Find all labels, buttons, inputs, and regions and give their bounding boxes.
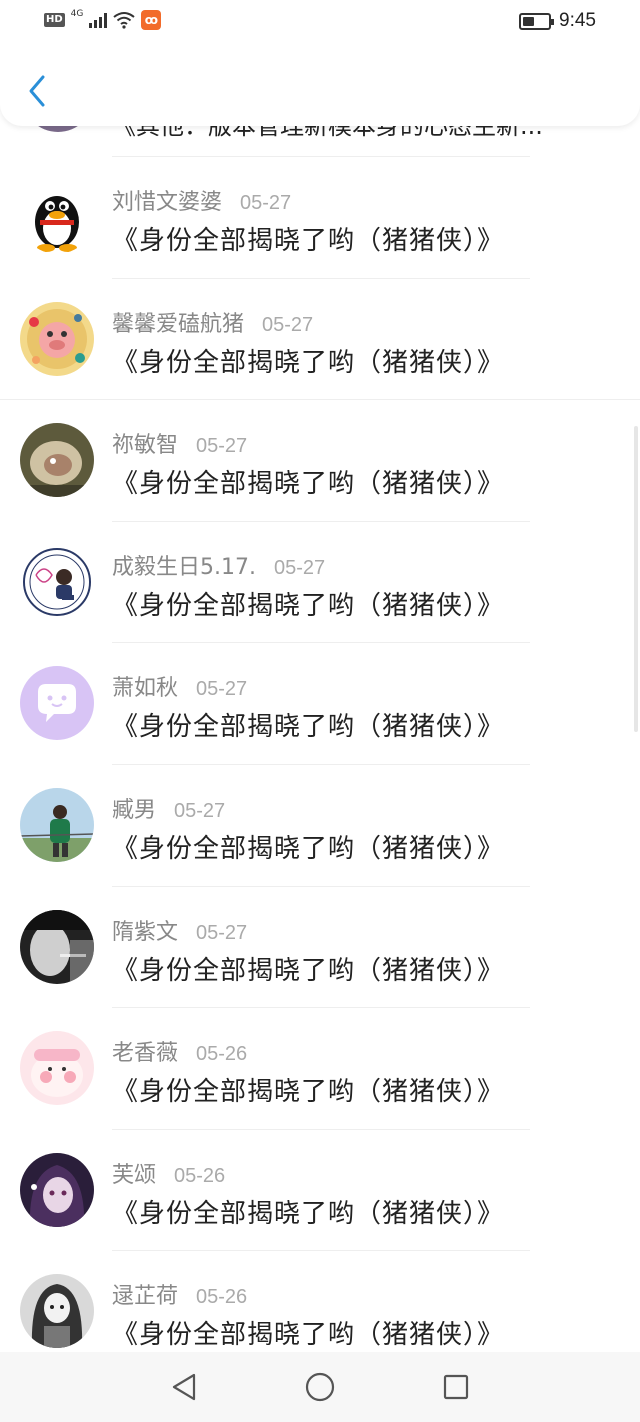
- back-button[interactable]: [22, 72, 52, 110]
- avatar[interactable]: [20, 180, 94, 254]
- comment-date: 05-27: [174, 799, 226, 822]
- username[interactable]: 萧如秋: [112, 670, 178, 702]
- network-type: 4G: [70, 9, 84, 19]
- circle-home-icon: [305, 1372, 335, 1402]
- list-item[interactable]: 臧男 05-27 《身份全部揭晓了哟（猪猪侠）》: [0, 763, 640, 886]
- avatar[interactable]: [20, 1031, 94, 1106]
- comment-date: 05-27: [240, 192, 292, 214]
- comment-date: 05-27: [262, 313, 314, 336]
- avatar[interactable]: [20, 666, 94, 741]
- avatar[interactable]: [20, 787, 94, 862]
- divider: [0, 399, 640, 401]
- username[interactable]: 老香薇: [112, 1035, 178, 1067]
- username[interactable]: 臧男: [112, 792, 156, 824]
- list-item[interactable]: 老香薇 05-26 《身份全部揭晓了哟（猪猪侠）》: [0, 1007, 640, 1129]
- divider: [112, 642, 530, 644]
- portrait-badge-avatar-icon: [20, 544, 94, 619]
- triangle-back-icon: [172, 1373, 196, 1401]
- scrollbar[interactable]: [634, 426, 638, 732]
- list-item[interactable]: 隋紫文 05-27 《身份全部揭晓了哟（猪猪侠）》: [0, 885, 640, 1008]
- username[interactable]: 刘惜文婆婆: [112, 184, 222, 216]
- avatar[interactable]: [20, 423, 94, 498]
- pink-pig-avatar-icon: [20, 1031, 94, 1106]
- top-header: HD 4G ꝏ 9:45: [0, 0, 640, 126]
- comment-text: 《身份全部揭晓了哟（猪猪侠）》: [112, 833, 505, 864]
- nav-recents-button[interactable]: [436, 1367, 476, 1407]
- comment-text: 《身份全部揭晓了哟（猪猪侠）》: [112, 1077, 505, 1108]
- avatar[interactable]: [20, 544, 94, 619]
- square-recents-icon: [443, 1374, 469, 1400]
- comment-text: 《身份全部揭晓了哟（猪猪侠）》: [112, 590, 505, 621]
- nav-home-button[interactable]: [300, 1367, 340, 1407]
- cartoon-pig-avatar-icon: [20, 301, 94, 376]
- list-item[interactable]: 萧如秋 05-27 《身份全部揭晓了哟（猪猪侠）》: [0, 642, 640, 764]
- username[interactable]: 芙颂: [112, 1157, 156, 1189]
- divider: [112, 520, 530, 522]
- signal-icon: [89, 12, 108, 28]
- comment-date: 05-26: [196, 1043, 248, 1066]
- username[interactable]: 隋紫文: [112, 914, 178, 946]
- list-item[interactable]: 芙颂 05-26 《身份全部揭晓了哟（猪猪侠）》: [0, 1128, 640, 1251]
- username[interactable]: 成毅生日5.17.: [112, 549, 256, 581]
- comment-list: 刘惜文婆婆 05-27 《身份全部揭晓了哟（猪猪侠）》 馨馨爱磕航猪 05-27…: [0, 156, 640, 1372]
- comment-text: 《身份全部揭晓了哟（猪猪侠）》: [112, 1198, 505, 1229]
- comment-text: 《身份全部揭晓了哟（猪猪侠）》: [112, 955, 505, 986]
- divider: [112, 1250, 530, 1252]
- comment-date: 05-27: [196, 678, 248, 701]
- username[interactable]: 逯芷荷: [112, 1278, 178, 1310]
- wifi-icon: [113, 12, 135, 29]
- list-item[interactable]: 馨馨爱磕航猪 05-27 《身份全部揭晓了哟（猪猪侠）》: [0, 277, 640, 400]
- username[interactable]: 馨馨爱磕航猪: [112, 306, 244, 338]
- nav-back-button[interactable]: [164, 1367, 204, 1407]
- divider: [112, 1007, 530, 1009]
- avatar[interactable]: [20, 1274, 94, 1349]
- status-bar: HD 4G ꝏ 9:45: [0, 0, 640, 44]
- comment-text: 《身份全部揭晓了哟（猪猪侠）》: [112, 226, 505, 256]
- comment-text: 《身份全部揭晓了哟（猪猪侠）》: [112, 469, 505, 500]
- list-item[interactable]: 刘惜文婆婆 05-27 《身份全部揭晓了哟（猪猪侠）》: [0, 156, 640, 278]
- comment-date: 05-26: [196, 1286, 248, 1309]
- divider: [112, 156, 530, 157]
- divider: [112, 1128, 530, 1130]
- anime-dark-avatar-icon: [20, 1152, 94, 1227]
- list-item[interactable]: 祢敏智 05-27 《身份全部揭晓了哟（猪猪侠）》: [0, 399, 640, 521]
- comment-date: 05-27: [196, 435, 248, 458]
- list-item[interactable]: 成毅生日5.17. 05-27 《身份全部揭晓了哟（猪猪侠）》: [0, 520, 640, 643]
- comment-text: 《身份全部揭晓了哟（猪猪侠）》: [112, 712, 505, 743]
- username[interactable]: 祢敏智: [112, 427, 178, 459]
- food-photo-avatar-icon: [20, 423, 94, 498]
- clock: 9:45: [559, 10, 596, 31]
- avatar[interactable]: [20, 301, 94, 376]
- battery-icon: [519, 12, 555, 30]
- comment-text: 《身份全部揭晓了哟（猪猪侠）》: [112, 347, 505, 378]
- avatar[interactable]: [20, 1152, 94, 1227]
- app-notification-icon: ꝏ: [141, 10, 162, 30]
- divider: [112, 763, 530, 765]
- bw-smoking-avatar-icon: [20, 909, 94, 984]
- comment-date: 05-27: [196, 921, 248, 944]
- penguin-avatar-icon: [20, 180, 94, 254]
- anime-girl-avatar-icon: [20, 1274, 94, 1349]
- chat-bubble-avatar-icon: [20, 666, 94, 741]
- outdoor-person-avatar-icon: [20, 787, 94, 862]
- comment-date: 05-27: [273, 556, 326, 579]
- divider: [112, 885, 530, 887]
- hd-badge: HD: [44, 13, 65, 27]
- divider: [112, 277, 530, 279]
- system-nav-bar: [0, 1352, 640, 1422]
- comment-text: 《身份全部揭晓了哟（猪猪侠）》: [112, 1320, 505, 1351]
- comment-date: 05-26: [174, 1164, 226, 1187]
- chevron-left-icon: [29, 75, 45, 107]
- avatar[interactable]: [20, 909, 94, 984]
